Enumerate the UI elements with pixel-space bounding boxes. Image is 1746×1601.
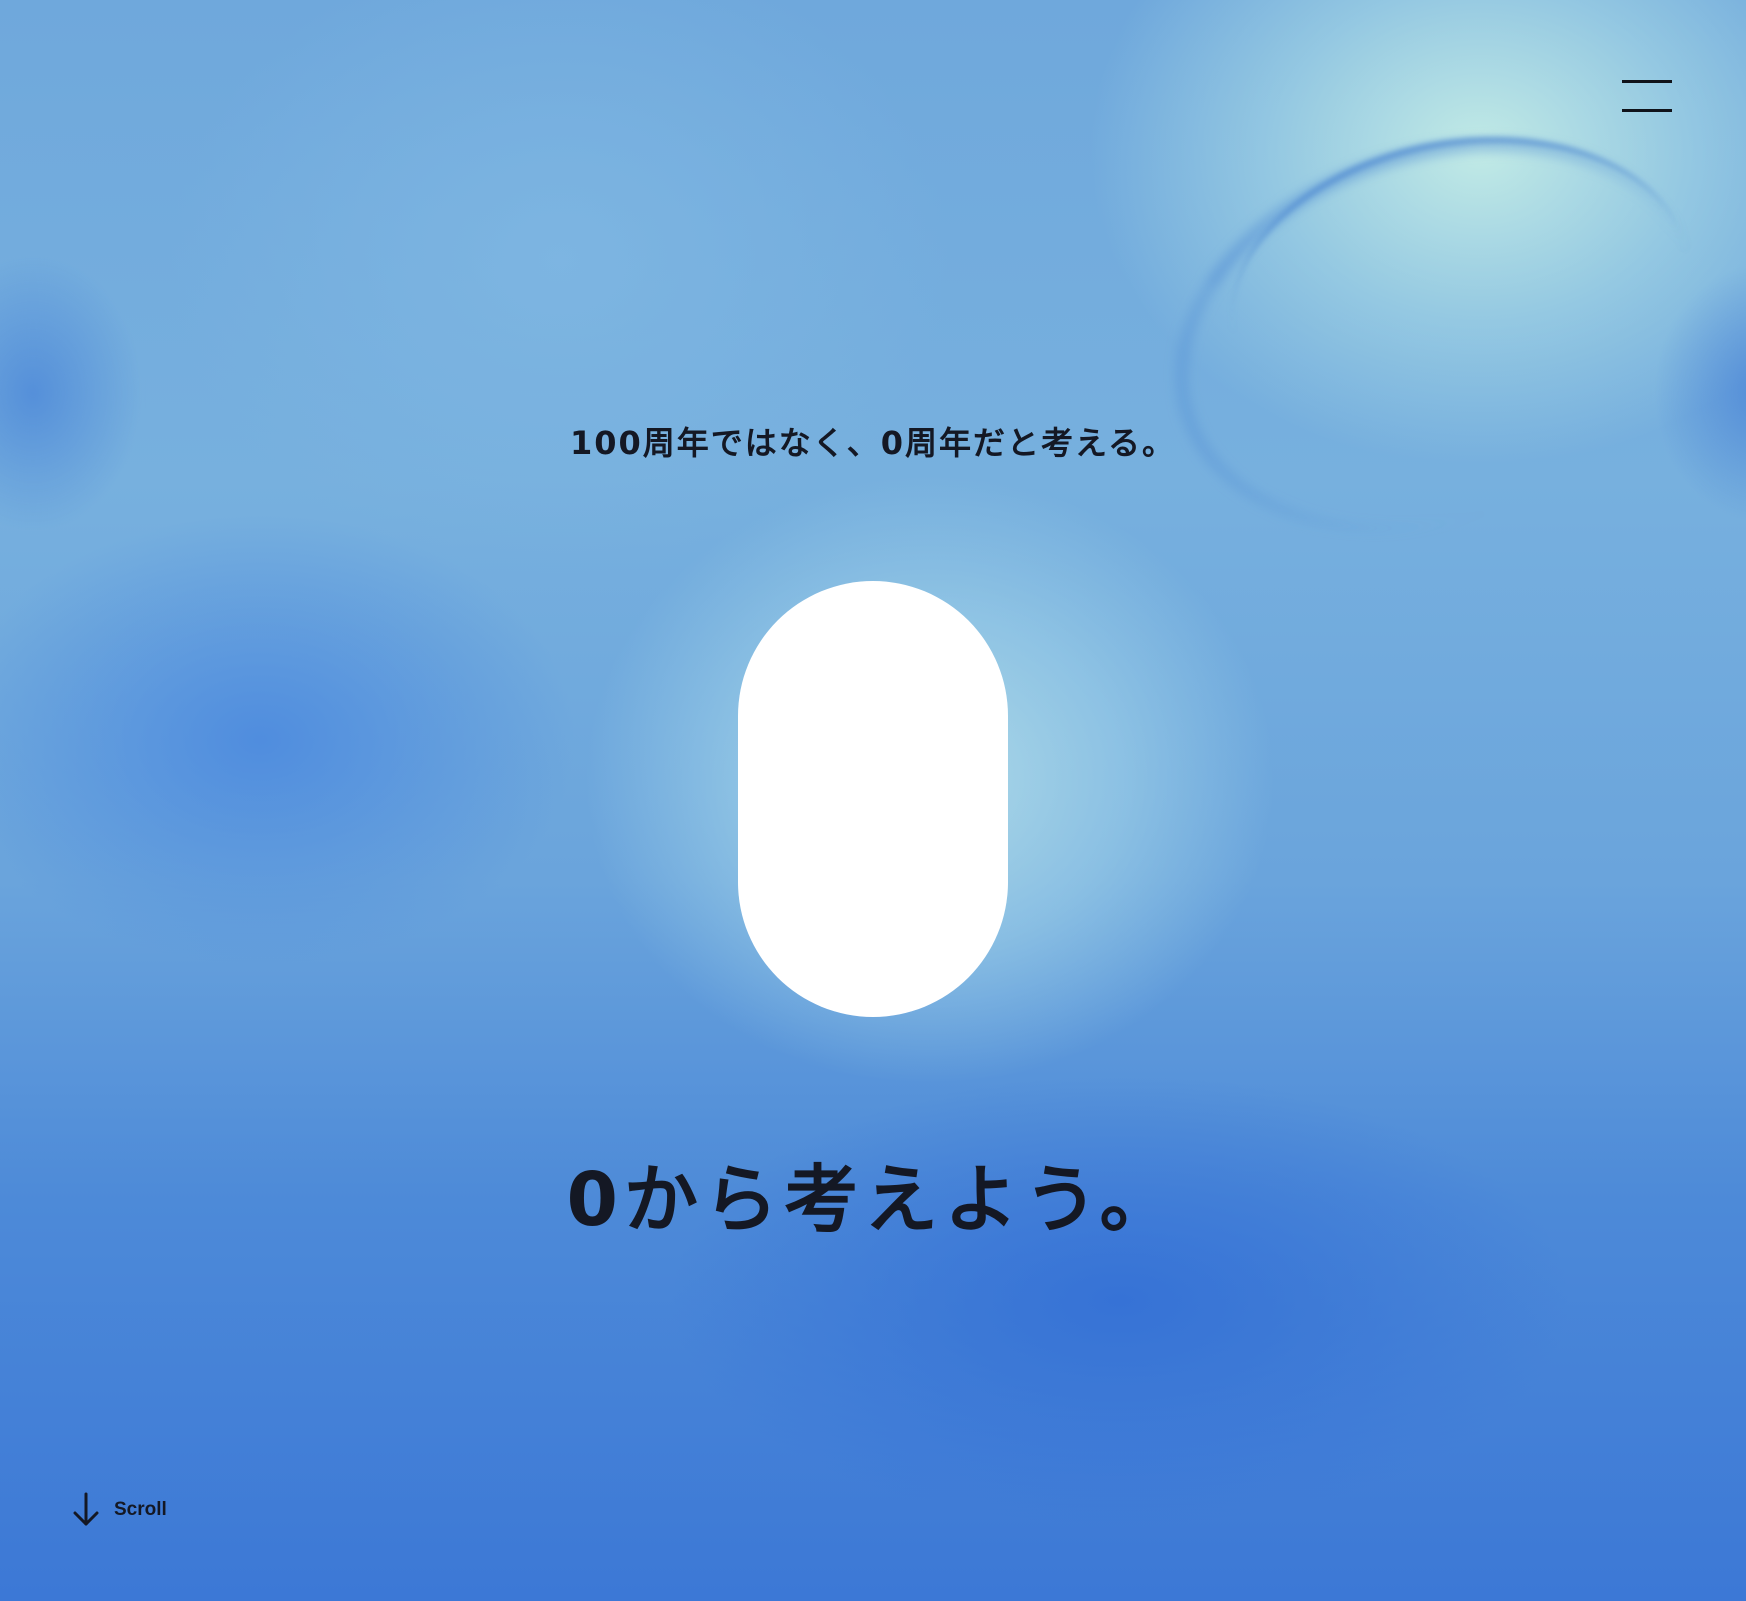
scroll-label: Scroll [114,1499,167,1520]
background-swirl [0,250,146,536]
hero-headline: 0から考えよう。 [566,1157,1180,1243]
hamburger-menu-icon [1622,109,1672,112]
arrow-down-icon [73,1492,99,1526]
hamburger-menu-icon [1622,80,1672,83]
hero-tagline: 100周年ではなく、0周年だと考える。 [569,424,1177,462]
zero-shape-graphic [738,581,1008,1017]
scroll-indicator[interactable]: Scroll [70,1492,167,1528]
menu-button[interactable] [1618,76,1674,116]
